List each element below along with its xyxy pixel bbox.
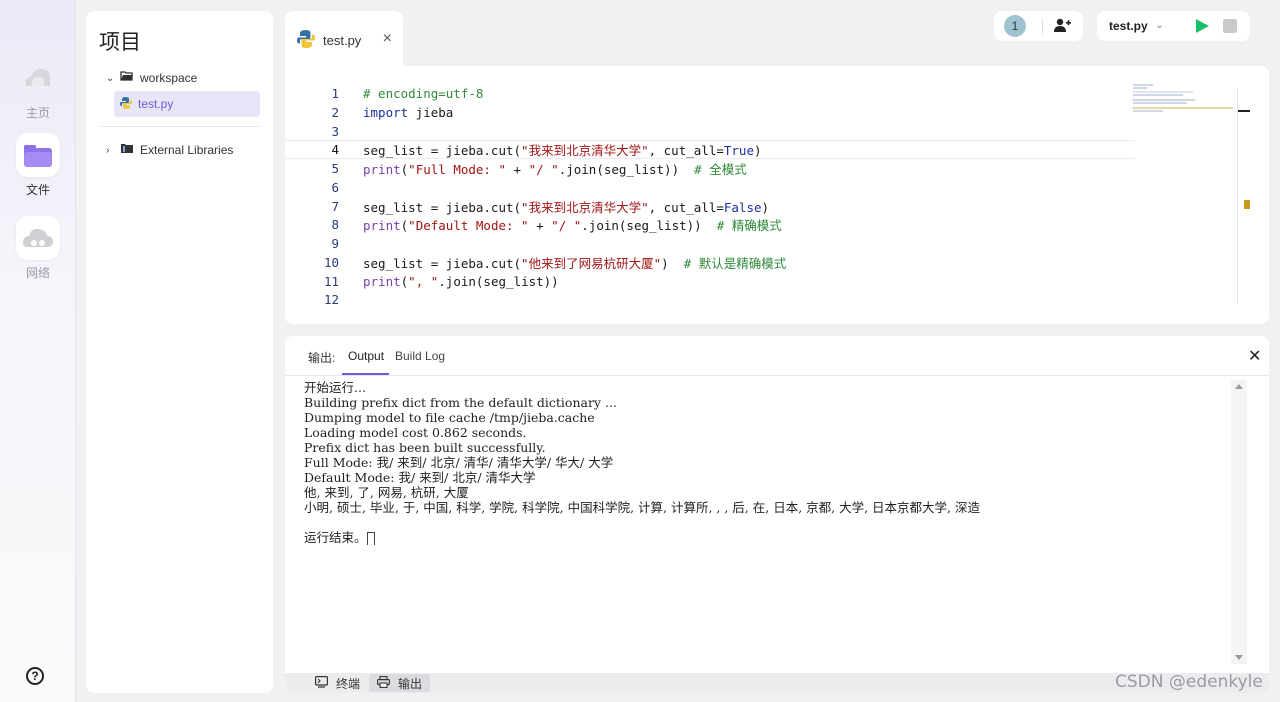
run-target-select[interactable]: test.py (1109, 19, 1148, 33)
divider (100, 126, 260, 127)
console-line: Dumping model to file cache /tmp/jieba.c… (304, 410, 595, 425)
console-line: Default Mode: 我/ 来到/ 北京/ 清华大学 (304, 470, 536, 485)
add-user-icon[interactable] (1054, 18, 1071, 38)
close-tab-icon[interactable]: × (383, 30, 392, 48)
output-panel: 输出: Output Build Log ✕ 开始运行... Building … (285, 336, 1269, 693)
tab-test-py[interactable]: test.py × (285, 11, 403, 69)
console-line: 他, 来到, 了, 网易, 杭研, 大厦 (304, 485, 469, 500)
tree-file-test-py[interactable]: test.py (114, 91, 260, 117)
python-icon (297, 29, 315, 51)
console-line: Full Mode: 我/ 来到/ 北京/ 清华/ 清华大学/ 华大/ 大学 (304, 455, 614, 470)
code-line: 11 print(", ".join(seg_list)) (323, 274, 559, 289)
tab-output-bottom-label: 输出 (398, 676, 423, 691)
code-line: 3 (331, 124, 339, 139)
printer-icon (377, 675, 390, 691)
python-icon (120, 96, 132, 112)
console-line-last: 运行结束。 (304, 530, 1234, 545)
chevron-right-icon[interactable]: › (106, 145, 116, 156)
tab-output-bottom[interactable]: 输出 (369, 674, 431, 692)
code-line: 10 seg_list = jieba.cut("他来到了网易杭研大厦") # 默… (323, 255, 787, 271)
code-line: 2 import jieba (331, 105, 454, 120)
active-tab-indicator (342, 373, 389, 375)
code-line: 9 (331, 236, 339, 251)
tree-workspace[interactable]: ⌄ workspace (106, 65, 197, 91)
console-line: Loading model cost 0.862 seconds. (304, 425, 527, 440)
console-line: 开始运行... (304, 380, 366, 395)
watermark: CSDN @edenkyle (1115, 672, 1263, 692)
rail-home[interactable]: 主页 (0, 56, 76, 121)
home-icon (16, 56, 60, 100)
output-scrollbar[interactable] (1231, 380, 1247, 664)
tab-terminal[interactable]: 终端 (307, 674, 368, 692)
code-line: 7 seg_list = jieba.cut("我来到北京清华大学", cut_a… (331, 199, 770, 215)
text-cursor (366, 531, 375, 545)
code-line-current: 4 seg_list = jieba.cut("我来到北京清华大学", cut_a… (285, 140, 1135, 159)
project-panel: 项目 ⌄ workspace test.py › External Librar… (86, 11, 273, 693)
open-folder-icon (120, 71, 134, 85)
code-line: 5 print("Full Mode: " + "/ ".join(seg_lis… (331, 161, 747, 177)
scroll-up-icon[interactable] (1235, 384, 1243, 389)
chevron-down-icon[interactable]: ⌄ (1155, 18, 1164, 31)
scroll-position-marker (1238, 110, 1250, 112)
tab-terminal-label: 终端 (336, 676, 361, 691)
code-editor[interactable]: 1 # encoding=utf-8 2 import jieba 3 4 seg_l… (285, 66, 1269, 324)
project-title: 项目 (99, 30, 141, 54)
activity-rail: 主页 文件 网络 ? (0, 0, 76, 702)
output-header: 输出: Output Build Log ✕ (285, 336, 1269, 376)
minimap[interactable] (1133, 84, 1238, 114)
library-icon (120, 143, 134, 157)
tree-file-label: test.py (138, 97, 174, 111)
tree-external-libraries[interactable]: › External Libraries (106, 137, 233, 163)
tab-output[interactable]: Output (348, 349, 384, 363)
console-output[interactable]: 开始运行... Building prefix dict from the de… (304, 380, 1234, 545)
console-line: 小明, 硕士, 毕业, 于, 中国, 科学, 学院, 科学院, 中国科学院, 计… (304, 500, 980, 515)
chevron-down-icon[interactable]: ⌄ (106, 73, 116, 84)
rail-files-label: 文件 (25, 183, 50, 197)
code-line: 8 print("Default Mode: " + "/ ".join(seg_… (331, 217, 782, 233)
divider (1042, 19, 1043, 34)
tab-build-log[interactable]: Build Log (395, 349, 445, 363)
run-config-box: test.py ⌄ (1097, 11, 1250, 41)
tree-workspace-label: workspace (140, 71, 198, 85)
tab-label: test.py (323, 32, 362, 48)
collaborators-box: 1 (994, 11, 1083, 41)
rail-files[interactable]: 文件 (0, 133, 76, 198)
console-line: Prefix dict has been built successfully. (304, 440, 546, 455)
rail-network-label: 网络 (25, 266, 50, 280)
output-label: 输出: (308, 351, 336, 365)
code-line: 6 (331, 180, 339, 195)
stop-icon[interactable] (1223, 19, 1237, 33)
run-icon[interactable] (1196, 19, 1209, 33)
editor-scrollbar[interactable] (1237, 88, 1238, 304)
code-line: 12 (323, 292, 339, 307)
rail-home-label: 主页 (25, 106, 50, 120)
cloud-icon (16, 216, 60, 260)
console-line: Building prefix dict from the default di… (304, 395, 617, 410)
folder-icon (16, 133, 60, 177)
close-panel-icon[interactable]: ✕ (1248, 346, 1261, 366)
terminal-icon (315, 675, 329, 691)
help-icon[interactable]: ? (26, 667, 44, 685)
avatar[interactable]: 1 (1004, 15, 1026, 37)
warning-marker (1244, 200, 1250, 209)
scroll-down-icon[interactable] (1235, 655, 1243, 660)
tree-external-label: External Libraries (140, 143, 234, 157)
code-line: 1 # encoding=utf-8 (331, 86, 484, 101)
rail-network[interactable]: 网络 (0, 216, 76, 281)
